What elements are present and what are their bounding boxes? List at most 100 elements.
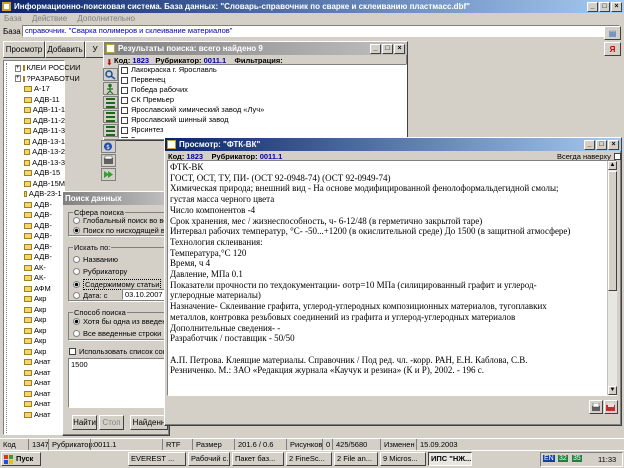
menu-extra[interactable]: Дополнительно xyxy=(77,14,135,23)
tree-item[interactable]: АДВ-23-1к xyxy=(15,189,65,200)
taskbar-button[interactable]: ИПС "НЖ... xyxy=(428,452,472,466)
start-button[interactable]: Пуск xyxy=(1,452,41,466)
found-button[interactable]: Найденн xyxy=(130,415,168,430)
tree-item[interactable]: АДВ- xyxy=(15,242,65,253)
by-date-radio[interactable]: Дата: с xyxy=(73,291,108,300)
taskbar-button[interactable]: 2 File an... xyxy=(334,452,378,466)
results-minimize-button[interactable]: _ xyxy=(370,43,381,54)
tree-item[interactable]: АДВ-13-3 xyxy=(15,158,65,169)
result-checkbox[interactable] xyxy=(121,66,128,74)
tree-item[interactable]: Акр xyxy=(15,315,65,326)
results-maximize-button[interactable]: □ xyxy=(382,43,393,54)
category-tree[interactable]: + КЛЕИ РОССИИ + ?РАЗРАБОТЧИ А-17 АДВ-11 АДВ-11… xyxy=(15,63,81,421)
doc-scrollbar[interactable]: ▲ ▼ xyxy=(607,161,617,395)
tree-item[interactable]: АК- xyxy=(15,263,65,274)
tree-item[interactable]: Акр xyxy=(15,347,65,358)
tree-item[interactable]: АДВ- xyxy=(15,210,65,221)
tree-item[interactable]: АК- xyxy=(15,273,65,284)
scope-global-radio[interactable]: Глобальный поиск во всех xyxy=(73,216,175,225)
tree-item[interactable]: АФМ xyxy=(15,284,65,295)
add-button[interactable]: Добавить xyxy=(45,41,85,58)
tree-item[interactable]: А-17 xyxy=(15,84,65,95)
tree-item[interactable]: Анат xyxy=(15,410,65,421)
viewer-minimize-button[interactable]: _ xyxy=(584,139,595,150)
tree-item[interactable]: АДВ-13-2 xyxy=(15,147,65,158)
results-list[interactable]: Лакокраска г. Ярославль Первенец Победа ра… xyxy=(118,64,407,139)
search-icon[interactable] xyxy=(103,68,118,81)
tray-item-35[interactable]: 35 xyxy=(572,455,582,462)
results-close-button[interactable]: × xyxy=(394,43,405,54)
tree-item[interactable]: Анат xyxy=(15,399,65,410)
tree-item[interactable]: + ?РАЗРАБОТЧИ xyxy=(15,74,80,85)
delete-button[interactable]: У xyxy=(85,41,105,58)
forward-icon[interactable] xyxy=(101,168,116,181)
maximize-button[interactable]: □ xyxy=(599,1,610,12)
result-checkbox[interactable] xyxy=(121,126,128,134)
print-icon[interactable] xyxy=(101,154,116,167)
taskbar-button[interactable]: EVEREST ... xyxy=(128,452,186,466)
tree-item[interactable]: АДВ-11-1 xyxy=(15,105,65,116)
by-name-radio[interactable]: Названию xyxy=(73,255,118,264)
tree-item[interactable]: Акр xyxy=(15,305,65,316)
result-checkbox[interactable] xyxy=(121,86,128,94)
find-button[interactable]: Найти xyxy=(72,415,97,430)
minimize-button[interactable]: _ xyxy=(587,1,598,12)
document-view[interactable]: ФТК-ВК ГОСТ, ОСТ, ТУ, ПИ- (ОСТ 92-0948-74… xyxy=(167,160,617,396)
tree-item[interactable]: Акр xyxy=(15,336,65,347)
tree-item[interactable]: АДВ-11-3 xyxy=(15,126,65,137)
result-checkbox[interactable] xyxy=(121,136,128,138)
viewer-save-icon[interactable] xyxy=(604,400,618,414)
taskbar-button[interactable]: 9 Micros... xyxy=(380,452,426,466)
arrow-icon[interactable]: ⬇ xyxy=(106,58,116,67)
base-field[interactable]: справочник. "Сварка полимеров и склеиван… xyxy=(22,25,620,37)
result-item[interactable]: Ярославский шинный завод xyxy=(119,115,406,125)
list3-icon[interactable] xyxy=(103,124,118,137)
menu-base[interactable]: База xyxy=(4,14,22,23)
result-checkbox[interactable] xyxy=(121,106,128,114)
tree-item[interactable]: АДВ-15 xyxy=(15,168,65,179)
tree-item[interactable]: Анат xyxy=(15,368,65,379)
tree-item[interactable]: АДВ-11 xyxy=(15,95,65,106)
tree-item[interactable]: АДВ-13-1 xyxy=(15,137,65,148)
method-all-radio[interactable]: Все введенные строки в xyxy=(73,329,167,338)
link-icon[interactable]: $ xyxy=(101,140,116,153)
list-icon[interactable] xyxy=(103,96,118,109)
tree-item[interactable]: Анат xyxy=(15,378,65,389)
browse-button[interactable]: Просмотр xyxy=(3,41,45,58)
result-item[interactable]: Победа рабочих xyxy=(119,85,406,95)
taskbar-button[interactable]: Пакет баз... xyxy=(232,452,284,466)
tree-item[interactable]: АДВ-11-2 xyxy=(15,116,65,127)
use-list-checkbox[interactable]: Использовать список сокр xyxy=(69,347,170,356)
scroll-up-button[interactable]: ▲ xyxy=(608,161,617,170)
lang-indicator[interactable]: EN xyxy=(543,455,555,462)
ya-icon[interactable]: Я xyxy=(604,42,621,56)
tree-item[interactable]: Акр xyxy=(15,326,65,337)
person-icon[interactable] xyxy=(103,82,118,95)
tree-item[interactable]: Акр xyxy=(15,294,65,305)
result-checkbox[interactable] xyxy=(121,76,128,84)
taskbar-button[interactable]: Рабочий с... xyxy=(188,452,230,466)
close-button[interactable]: × xyxy=(611,1,622,12)
list2-icon[interactable] xyxy=(103,110,118,123)
tree-item[interactable]: Анат xyxy=(15,357,65,368)
by-rubric-radio[interactable]: Рубрикатору xyxy=(73,267,127,276)
keyboard-icon[interactable]: ▤ xyxy=(604,26,621,40)
tray-item-32[interactable]: 32 xyxy=(558,455,568,462)
result-item[interactable]: Первенец xyxy=(119,75,406,85)
tree-item[interactable]: + КЛЕИ РОССИИ xyxy=(15,63,81,74)
result-item[interactable]: Ярославский химический завод «Луч» xyxy=(119,105,406,115)
stop-button[interactable]: Стоп xyxy=(99,415,124,430)
tree-item[interactable]: АДВ- xyxy=(15,252,65,263)
viewer-print-icon[interactable] xyxy=(589,400,603,414)
result-item[interactable]: Ярсинтез xyxy=(119,125,406,135)
scroll-down-button[interactable]: ▼ xyxy=(608,386,617,395)
tree-item[interactable]: АДВ- xyxy=(15,200,65,211)
tree-item[interactable]: АДВ- xyxy=(15,231,65,242)
result-item[interactable]: Лакокраска г. Ярославль xyxy=(119,65,406,75)
result-checkbox[interactable] xyxy=(121,96,128,104)
menu-action[interactable]: Действие xyxy=(32,14,67,23)
viewer-maximize-button[interactable]: □ xyxy=(596,139,607,150)
result-item[interactable]: СК Премьер xyxy=(119,95,406,105)
tree-item[interactable]: Анат xyxy=(15,389,65,400)
taskbar-button[interactable]: 2 FineSc... xyxy=(286,452,332,466)
